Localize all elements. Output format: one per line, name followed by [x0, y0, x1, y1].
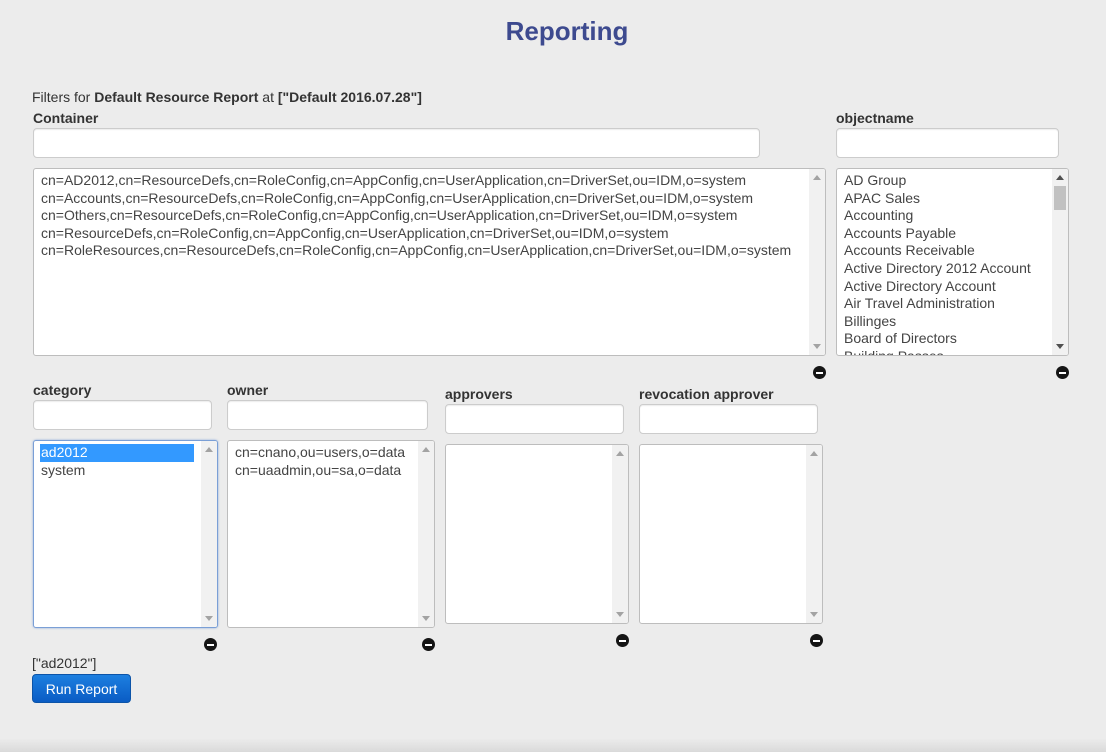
scroll-up-arrow-icon[interactable]: [616, 451, 624, 456]
category-remove-icon[interactable]: [204, 638, 217, 651]
list-option[interactable]: cn=RoleResources,cn=ResourceDefs,cn=Role…: [34, 242, 808, 260]
report-name: Default Resource Report: [94, 89, 259, 105]
revocation-approver-search-input[interactable]: [639, 404, 818, 434]
scroll-thumb[interactable]: [1054, 186, 1066, 210]
filters-description: Filters for Default Resource Report at […: [32, 89, 422, 105]
category-label: category: [33, 382, 92, 398]
approvers-search-input[interactable]: [445, 404, 624, 434]
category-scrollbar[interactable]: [201, 441, 217, 627]
container-scrollbar[interactable]: [809, 169, 825, 355]
objectname-listbox[interactable]: AD Group APAC Sales Accounting Accounts Pay…: [836, 168, 1069, 356]
list-option[interactable]: Accounts Receivable: [837, 242, 1051, 260]
page-title: Reporting: [505, 16, 629, 46]
owner-search-input[interactable]: [227, 400, 428, 430]
approvers-remove-icon[interactable]: [616, 634, 629, 647]
objectname-search-input[interactable]: [836, 128, 1059, 158]
revocation-approver-scrollbar[interactable]: [806, 445, 822, 623]
filters-prefix: Filters for: [32, 89, 95, 105]
scroll-up-arrow-icon[interactable]: [813, 175, 821, 180]
scroll-down-arrow-icon[interactable]: [813, 344, 821, 349]
list-option[interactable]: APAC Sales: [837, 190, 1051, 208]
approvers-listbox[interactable]: [445, 444, 629, 624]
scroll-down-arrow-icon[interactable]: [205, 616, 213, 621]
filters-middle: at: [258, 89, 278, 105]
list-option[interactable]: Active Directory Account: [837, 278, 1051, 296]
scroll-up-arrow-icon[interactable]: [810, 451, 818, 456]
scroll-up-arrow-icon[interactable]: [422, 447, 430, 452]
list-option[interactable]: Billinges: [837, 313, 1051, 331]
category-search-input[interactable]: [33, 400, 212, 430]
approvers-scrollbar[interactable]: [612, 445, 628, 623]
list-option[interactable]: ad2012: [40, 444, 194, 462]
owner-options: cn=cnano,ou=users,o=data cn=uaadmin,ou=sa…: [228, 444, 417, 479]
scroll-up-arrow-icon[interactable]: [1056, 175, 1064, 180]
report-version: ["Default 2016.07.28"]: [277, 89, 422, 105]
objectname-label: objectname: [836, 110, 914, 126]
approvers-label: approvers: [445, 386, 513, 402]
objectname-options: AD Group APAC Sales Accounting Accounts Pay…: [837, 172, 1051, 355]
objectname-remove-icon[interactable]: [1056, 366, 1069, 379]
container-search-input[interactable]: [33, 128, 760, 158]
selected-values-text: ["ad2012"]: [32, 655, 97, 671]
list-option[interactable]: Active Directory 2012 Account: [837, 260, 1051, 278]
list-option[interactable]: system: [34, 462, 200, 480]
list-option[interactable]: Building Passes: [837, 348, 1051, 355]
owner-remove-icon[interactable]: [422, 638, 435, 651]
scroll-up-arrow-icon[interactable]: [205, 447, 213, 452]
list-option[interactable]: cn=uaadmin,ou=sa,o=data: [228, 462, 417, 480]
owner-label: owner: [227, 382, 269, 398]
list-option[interactable]: cn=cnano,ou=users,o=data: [228, 444, 417, 462]
list-option[interactable]: Accounts Payable: [837, 225, 1051, 243]
scroll-down-arrow-icon[interactable]: [1056, 344, 1064, 349]
scroll-down-arrow-icon[interactable]: [810, 612, 818, 617]
list-option[interactable]: Air Travel Administration: [837, 295, 1051, 313]
revocation-approver-label: revocation approver: [639, 386, 774, 402]
container-options: cn=AD2012,cn=ResourceDefs,cn=RoleConfig,…: [34, 172, 808, 260]
list-option[interactable]: cn=AD2012,cn=ResourceDefs,cn=RoleConfig,…: [34, 172, 808, 190]
owner-listbox[interactable]: cn=cnano,ou=users,o=data cn=uaadmin,ou=sa…: [227, 440, 435, 628]
run-report-button[interactable]: Run Report: [32, 674, 131, 703]
list-option[interactable]: Board of Directors: [837, 330, 1051, 348]
container-listbox[interactable]: cn=AD2012,cn=ResourceDefs,cn=RoleConfig,…: [33, 168, 826, 356]
objectname-scrollbar[interactable]: [1052, 169, 1068, 355]
list-option[interactable]: cn=ResourceDefs,cn=RoleConfig,cn=AppConf…: [34, 225, 808, 243]
revocation-approver-listbox[interactable]: [639, 444, 823, 624]
list-option[interactable]: Accounting: [837, 207, 1051, 225]
container-remove-icon[interactable]: [813, 366, 826, 379]
owner-scrollbar[interactable]: [418, 441, 434, 627]
list-option[interactable]: cn=Others,cn=ResourceDefs,cn=RoleConfig,…: [34, 207, 808, 225]
category-listbox[interactable]: ad2012 system: [33, 440, 218, 628]
category-options: ad2012 system: [34, 444, 200, 479]
scroll-down-arrow-icon[interactable]: [616, 612, 624, 617]
list-option[interactable]: AD Group: [837, 172, 1051, 190]
container-label: Container: [33, 110, 99, 126]
page-bottom-shadow: [0, 738, 1106, 752]
list-option[interactable]: cn=Accounts,cn=ResourceDefs,cn=RoleConfi…: [34, 190, 808, 208]
revocation-approver-remove-icon[interactable]: [810, 634, 823, 647]
scroll-down-arrow-icon[interactable]: [422, 616, 430, 621]
